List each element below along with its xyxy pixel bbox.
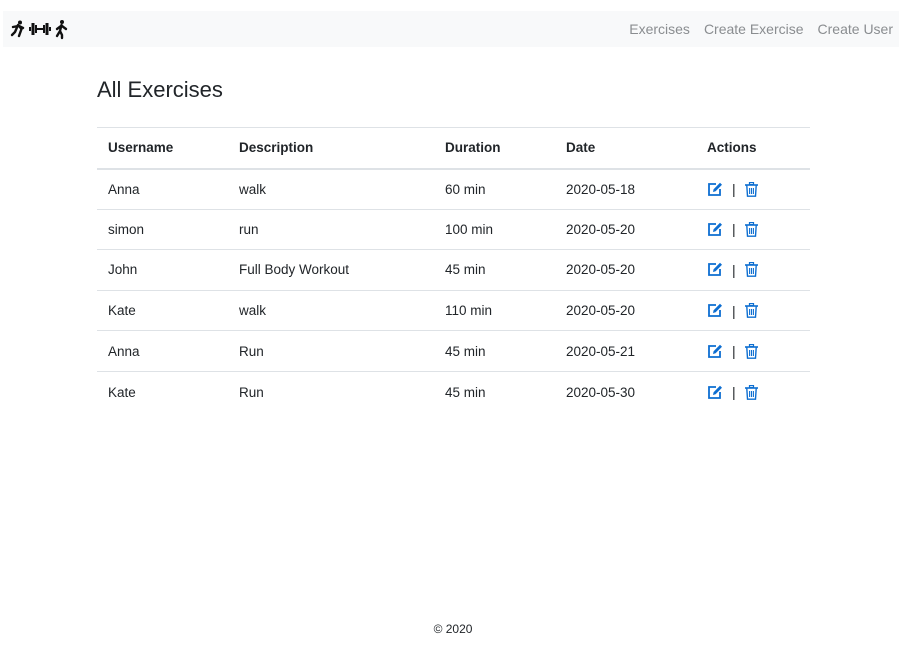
cell-description: walk [228,289,434,331]
row-actions: | [707,181,810,197]
cell-username: Anna [108,181,140,197]
nav-link-create-user[interactable]: Create User [818,21,893,37]
action-separator: | [732,181,736,198]
header-description: Description [228,127,434,170]
exercises-table: Username Description Duration Date Actio… [97,127,810,413]
edit-icon[interactable] [707,222,723,237]
cell-date: 2020-05-21 [555,330,696,372]
edit-icon[interactable] [707,262,723,277]
table-row: John Full Body Workout 45 min 2020-05-20 | [97,249,810,291]
cell-username: Kate [97,289,228,331]
cell-description: run [228,208,434,250]
action-separator: | [732,221,736,238]
nav-links: Exercises Create Exercise Create User [629,11,893,47]
row-actions: | [707,384,810,400]
cell-date: 2020-05-30 [555,370,696,413]
cell-description: Run [228,370,434,413]
trash-icon[interactable] [744,181,758,197]
cell-duration: 60 min [445,181,486,197]
header-duration: Duration [434,127,555,170]
table-header-row: Username Description Duration Date Actio… [97,127,810,170]
row-actions: | [707,262,810,278]
cell-actions: | [696,208,810,250]
cell-actions: | [696,330,810,372]
cell-date: 2020-05-20 [555,208,696,250]
cell-date: 2020-05-20 [555,249,696,291]
cell-username: Anna [97,330,228,372]
footer-copyright: © 2020 [433,622,473,636]
cell-actions: | [696,169,810,210]
cell-date: 2020-05-18 [566,181,636,197]
brand-logo[interactable] [9,16,71,42]
trash-icon[interactable] [744,384,758,400]
cell-actions: | [696,370,810,413]
table-row: Kate Run 45 min 2020-05-30 | [97,370,810,413]
nav-link-create-exercise[interactable]: Create Exercise [704,21,804,37]
row-actions: | [707,221,810,237]
edit-icon[interactable] [707,385,723,400]
header-username: Username [97,127,228,170]
table-body: Anna walk 60 min 2020-05-18 | simon run 100 min… [97,169,810,413]
header-date: Date [555,127,696,170]
action-separator: | [732,261,736,278]
cell-duration: 45 min [434,249,555,291]
cell-actions: | [696,289,810,331]
table-row: simon run 100 min 2020-05-20 | [97,208,810,250]
table-row: Anna walk 60 min 2020-05-18 | [97,169,810,210]
running-person-icon [10,20,25,38]
row-actions: | [707,343,810,359]
edit-icon[interactable] [707,182,723,197]
header-actions: Actions [696,127,810,170]
trash-icon[interactable] [744,343,758,359]
cell-description: Run [228,330,434,372]
navbar: Exercises Create Exercise Create User [3,11,899,47]
cell-duration: 110 min [434,289,555,331]
cell-username: Kate [97,370,228,413]
edit-icon[interactable] [707,344,723,359]
action-separator: | [732,384,736,401]
action-separator: | [732,302,736,319]
cell-duration: 100 min [434,208,555,250]
cell-duration: 45 min [434,370,555,413]
cell-duration: 45 min [434,330,555,372]
cell-username: John [97,249,228,291]
cell-description: walk [239,181,267,197]
trash-icon[interactable] [744,221,758,237]
table-row: Anna Run 45 min 2020-05-21 | [97,330,810,372]
dumbbell-icon [29,23,51,35]
cell-description: Full Body Workout [228,249,434,291]
cell-date: 2020-05-20 [555,289,696,331]
action-separator: | [732,343,736,360]
table-row: Kate walk 110 min 2020-05-20 | [97,289,810,331]
trash-icon[interactable] [744,262,758,278]
row-actions: | [707,303,810,319]
walking-person-icon [55,20,68,40]
trash-icon[interactable] [744,303,758,318]
nav-link-exercises[interactable]: Exercises [629,21,690,37]
cell-actions: | [696,249,810,291]
page-title: All Exercises [97,77,223,102]
cell-username: simon [97,208,228,250]
edit-icon[interactable] [707,303,723,318]
